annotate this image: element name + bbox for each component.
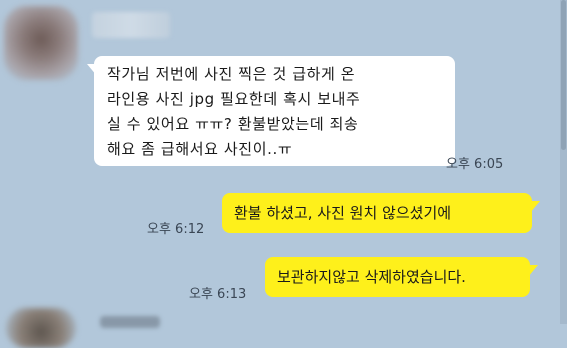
message-text: 환불 하셨고, 사진 원치 않으셨기에 xyxy=(234,204,452,222)
sent-message-bubble[interactable]: 환불 하셨고, 사진 원치 않으셨기에 xyxy=(222,193,540,233)
message-timestamp: 오후 6:05 xyxy=(446,157,504,172)
sender-name-blurred xyxy=(100,316,160,328)
received-message-bubble[interactable]: 작가님 저번에 사진 찍은 것 급하게 온 라인용 사진 jpg 필요한데 혹시… xyxy=(87,56,455,166)
message-line: 실 수 있어요 ㅠㅠ? 환불받았는데 죄송 xyxy=(107,115,359,133)
message-line: 해요 좀 급해서요 사진이..ㅠ xyxy=(107,140,293,158)
sender-avatar[interactable] xyxy=(6,308,76,348)
scrollbar-track[interactable] xyxy=(560,0,567,324)
message-text: 보관하지않고 삭제하였습니다. xyxy=(277,268,466,286)
sent-message-bubble[interactable]: 보관하지않고 삭제하였습니다. xyxy=(265,257,538,297)
sender-name-blurred xyxy=(92,12,170,38)
message-line: 작가님 저번에 사진 찍은 것 급하게 온 xyxy=(107,65,356,83)
message-line: 라인용 사진 jpg 필요한데 혹시 보내주 xyxy=(107,90,361,108)
sender-avatar[interactable] xyxy=(4,6,78,80)
message-timestamp: 오후 6:12 xyxy=(147,222,205,237)
chat-area[interactable]: 작가님 저번에 사진 찍은 것 급하게 온 라인용 사진 jpg 필요한데 혹시… xyxy=(0,0,560,348)
message-timestamp: 오후 6:13 xyxy=(189,287,247,302)
scrollbar-thumb[interactable] xyxy=(561,0,566,150)
